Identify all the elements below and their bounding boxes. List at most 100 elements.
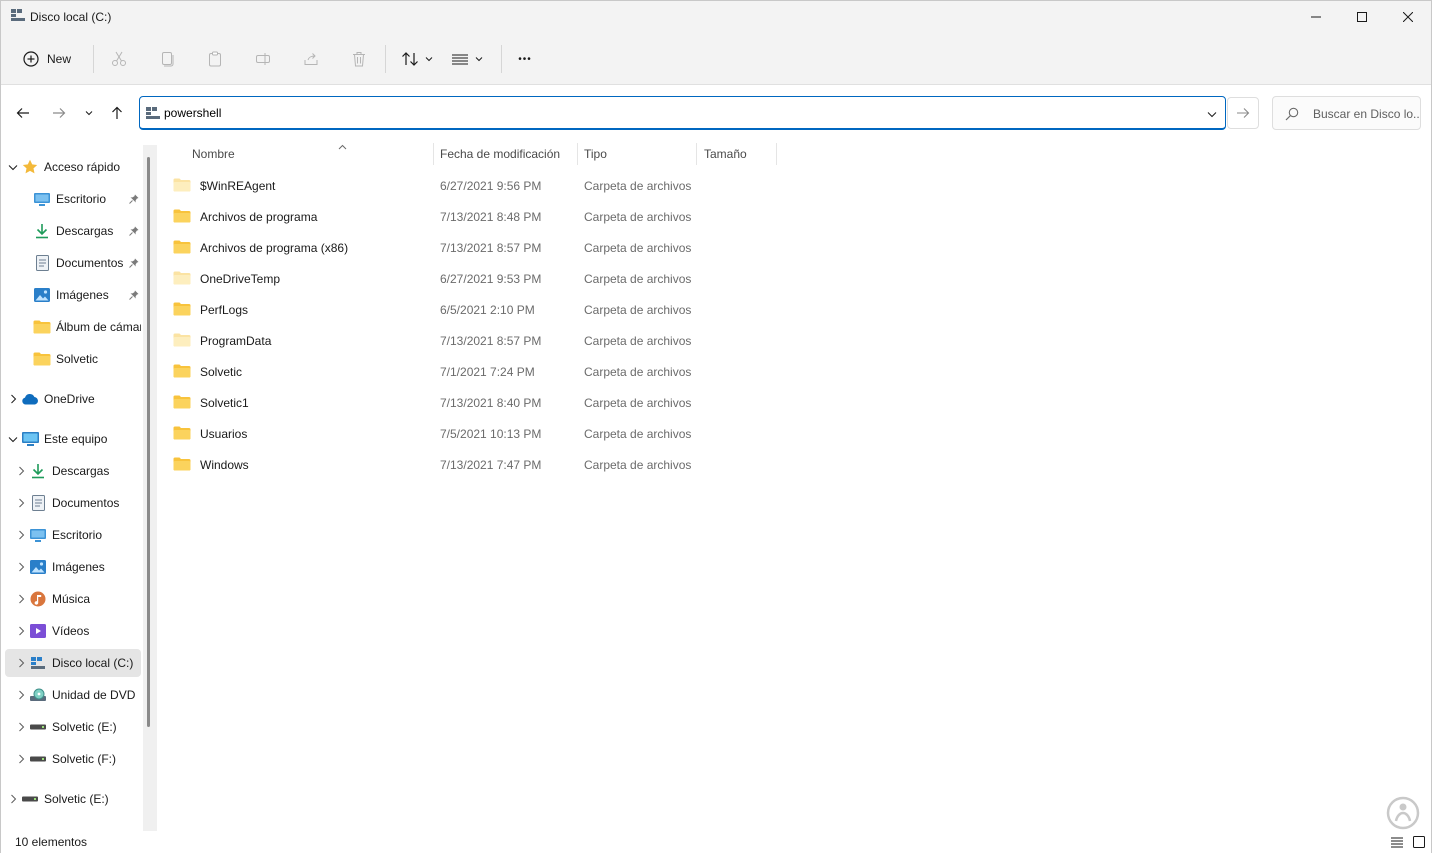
new-button[interactable]: New [15,43,83,75]
file-name: ProgramData [200,333,272,348]
sidebar-item-pc-documentos[interactable]: Documentos [13,489,141,517]
folder-icon [173,364,193,380]
share-icon [304,53,318,65]
sidebar-item-quick-access[interactable]: Acceso rápido [5,153,141,181]
chevron-down-icon[interactable] [5,164,21,171]
up-button[interactable] [105,101,129,125]
address-dropdown-button[interactable] [1207,107,1217,121]
chevron-right-icon[interactable] [13,658,29,668]
copy-button[interactable] [155,47,179,71]
pin-icon[interactable] [129,289,139,303]
column-header-date[interactable]: Fecha de modificación [440,141,576,167]
chevron-right-icon[interactable] [13,562,29,572]
chevron-right-icon[interactable] [13,498,29,508]
more-options-icon: ••• [518,53,532,65]
navigation-scrollbar-thumb[interactable] [147,157,150,727]
sidebar-item-pc-videos[interactable]: Vídeos [13,617,141,645]
sidebar-item-this-pc[interactable]: Este equipo [5,425,141,453]
sidebar-item-pc-imagenes[interactable]: Imágenes [13,553,141,581]
forward-button[interactable] [47,101,71,125]
address-input[interactable] [164,103,1194,123]
sidebar-item-pc-descargas[interactable]: Descargas [13,457,141,485]
sidebar-item-imagenes[interactable]: Imágenes [21,281,141,309]
videos-icon [29,623,47,639]
chevron-right-icon[interactable] [13,530,29,540]
sidebar-item-disco-local-c[interactable]: Disco local (C:) [5,649,141,677]
table-row[interactable]: $WinREAgent 6/27/2021 9:56 PM Carpeta de a… [173,170,773,201]
pin-icon[interactable] [129,225,139,239]
search-icon [1285,107,1299,124]
sidebar-item-solvetic-e-root[interactable]: Solvetic (E:) [5,785,141,813]
column-divider[interactable] [433,143,434,165]
back-button[interactable] [11,101,35,125]
computer-icon [21,431,39,447]
sidebar-item-descargas[interactable]: Descargas [21,217,141,245]
search-input[interactable] [1313,105,1419,123]
sidebar-item-pc-solvetic-f[interactable]: Solvetic (F:) [13,745,141,773]
delete-button[interactable] [347,47,371,71]
minimize-button[interactable] [1293,1,1339,33]
sidebar-item-onedrive[interactable]: OneDrive [5,385,141,413]
sidebar-item-pc-musica[interactable]: Música [13,585,141,613]
file-type-cell: Carpeta de archivos [584,209,692,224]
sidebar-item-album-camara[interactable]: Álbum de cámara [21,313,141,341]
table-row[interactable]: Solvetic 7/1/2021 7:24 PM Carpeta de archi… [173,356,773,387]
table-row[interactable]: PerfLogs 6/5/2021 2:10 PM Carpeta de archi… [173,294,773,325]
table-row[interactable]: OneDriveTemp 6/27/2021 9:53 PM Carpeta de … [173,263,773,294]
chevron-down-icon [85,111,93,116]
recent-locations-button[interactable] [77,101,101,125]
chevron-right-icon[interactable] [5,394,21,404]
table-row[interactable]: ProgramData 7/13/2021 8:57 PM Carpeta de a… [173,325,773,356]
table-row[interactable]: Solvetic1 7/13/2021 8:40 PM Carpeta de arc… [173,387,773,418]
column-divider[interactable] [696,143,697,165]
sidebar-item-solvetic[interactable]: Solvetic [21,345,141,373]
title-bar[interactable]: Disco local (C:) [1,1,1431,33]
folder-icon [173,302,193,318]
chevron-down-icon[interactable] [5,436,21,443]
more-options-button[interactable]: ••• [513,47,537,71]
column-header-size[interactable]: Tamaño [704,141,774,167]
sidebar-item-pc-dvd[interactable]: Unidad de DVD [13,681,141,709]
chevron-right-icon[interactable] [13,754,29,764]
close-button[interactable] [1385,1,1431,33]
rename-button[interactable] [251,47,275,71]
cut-button[interactable] [107,47,131,71]
share-button[interactable] [299,47,323,71]
pin-icon[interactable] [129,257,139,271]
drive-icon [11,9,25,21]
desktop-icon [29,527,47,543]
chevron-right-icon[interactable] [13,626,29,636]
search-box[interactable] [1272,96,1421,130]
table-row[interactable]: Archivos de programa (x86) 7/13/2021 8:57… [173,232,773,263]
file-type-cell: Carpeta de archivos [584,178,692,193]
sidebar-item-pc-escritorio[interactable]: Escritorio [13,521,141,549]
sidebar-item-documentos[interactable]: Documentos [21,249,141,277]
sidebar-item-label: Documentos [52,496,120,510]
arrow-left-icon [16,108,29,118]
maximize-button[interactable] [1339,1,1385,33]
sidebar-item-pc-solvetic-e[interactable]: Solvetic (E:) [13,713,141,741]
chevron-right-icon[interactable] [13,594,29,604]
navigation-scrollbar-track[interactable] [143,145,157,831]
file-date-cell: 6/5/2021 2:10 PM [440,302,535,317]
pin-icon[interactable] [129,193,139,207]
file-date-cell: 7/13/2021 8:48 PM [440,209,542,224]
music-icon [29,591,47,607]
table-row[interactable]: Windows 7/13/2021 7:47 PM Carpeta de archi… [173,449,773,480]
chevron-right-icon[interactable] [13,466,29,476]
address-bar[interactable] [139,96,1226,130]
chevron-right-icon[interactable] [13,722,29,732]
go-button[interactable] [1227,97,1259,129]
sort-button[interactable] [401,47,433,71]
column-header-type[interactable]: Tipo [584,141,694,167]
paste-button[interactable] [203,47,227,71]
table-row[interactable]: Usuarios 7/5/2021 10:13 PM Carpeta de arch… [173,418,773,449]
view-button[interactable] [451,47,483,71]
column-header-name[interactable]: Nombre [192,141,432,167]
sidebar-item-escritorio[interactable]: Escritorio [21,185,141,213]
column-divider[interactable] [776,143,777,165]
chevron-right-icon[interactable] [5,794,21,804]
chevron-right-icon[interactable] [13,690,29,700]
table-row[interactable]: Archivos de programa 7/13/2021 8:48 PM Car… [173,201,773,232]
column-divider[interactable] [577,143,578,165]
